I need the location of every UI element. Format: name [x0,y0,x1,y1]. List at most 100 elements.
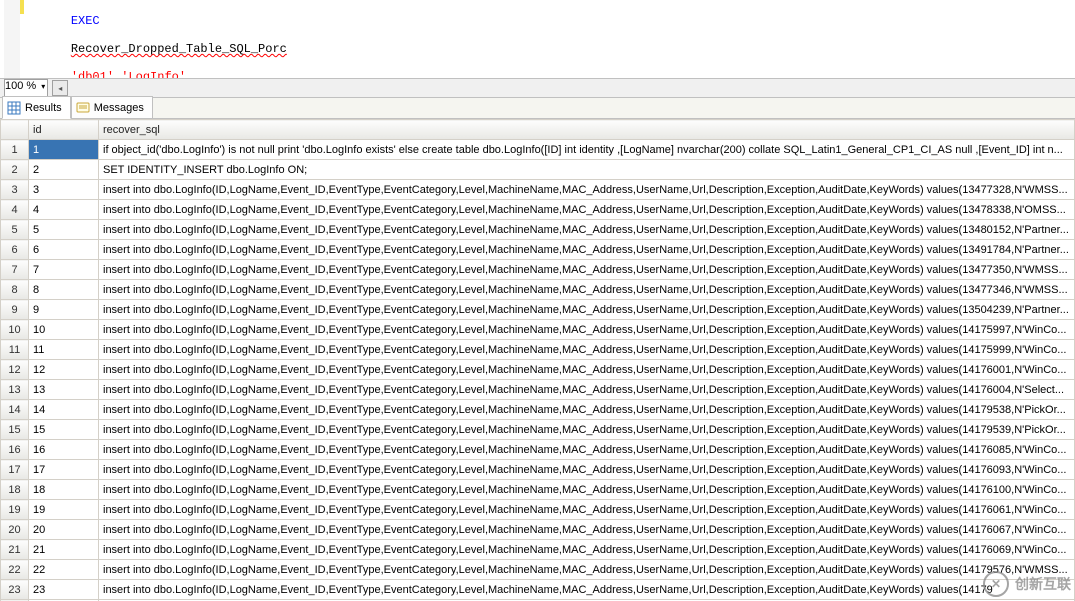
results-grid-wrap[interactable]: id recover_sql 11if object_id('dbo.LogIn… [0,119,1075,601]
row-header[interactable]: 14 [1,400,29,420]
table-row[interactable]: 1010insert into dbo.LogInfo(ID,LogName,E… [1,320,1075,340]
grid-corner[interactable] [1,120,29,140]
cell-recover-sql[interactable]: insert into dbo.LogInfo(ID,LogName,Event… [99,240,1075,260]
zoom-select[interactable]: 100 % ▾ [4,79,48,97]
cell-id[interactable]: 1 [29,140,99,160]
cell-id[interactable]: 10 [29,320,99,340]
cell-recover-sql[interactable]: insert into dbo.LogInfo(ID,LogName,Event… [99,220,1075,240]
table-row[interactable]: 1414insert into dbo.LogInfo(ID,LogName,E… [1,400,1075,420]
row-header[interactable]: 15 [1,420,29,440]
row-header[interactable]: 9 [1,300,29,320]
row-header[interactable]: 13 [1,380,29,400]
tab-messages[interactable]: Messages [71,96,153,118]
cell-id[interactable]: 12 [29,360,99,380]
cell-recover-sql[interactable]: insert into dbo.LogInfo(ID,LogName,Event… [99,560,1075,580]
row-header[interactable]: 8 [1,280,29,300]
cell-recover-sql[interactable]: insert into dbo.LogInfo(ID,LogName,Event… [99,440,1075,460]
cell-id[interactable]: 5 [29,220,99,240]
table-row[interactable]: 1212insert into dbo.LogInfo(ID,LogName,E… [1,360,1075,380]
cell-id[interactable]: 11 [29,340,99,360]
table-row[interactable]: 2020insert into dbo.LogInfo(ID,LogName,E… [1,520,1075,540]
row-header[interactable]: 21 [1,540,29,560]
cell-recover-sql[interactable]: insert into dbo.LogInfo(ID,LogName,Event… [99,400,1075,420]
cell-id[interactable]: 8 [29,280,99,300]
table-row[interactable]: 33insert into dbo.LogInfo(ID,LogName,Eve… [1,180,1075,200]
cell-recover-sql[interactable]: insert into dbo.LogInfo(ID,LogName,Event… [99,380,1075,400]
table-row[interactable]: 55insert into dbo.LogInfo(ID,LogName,Eve… [1,220,1075,240]
cell-id[interactable]: 3 [29,180,99,200]
table-row[interactable]: 1919insert into dbo.LogInfo(ID,LogName,E… [1,500,1075,520]
cell-recover-sql[interactable]: insert into dbo.LogInfo(ID,LogName,Event… [99,180,1075,200]
cell-id[interactable]: 2 [29,160,99,180]
table-row[interactable]: 22SET IDENTITY_INSERT dbo.LogInfo ON; [1,160,1075,180]
table-row[interactable]: 1818insert into dbo.LogInfo(ID,LogName,E… [1,480,1075,500]
table-row[interactable]: 99insert into dbo.LogInfo(ID,LogName,Eve… [1,300,1075,320]
row-header[interactable]: 22 [1,560,29,580]
table-row[interactable]: 2121insert into dbo.LogInfo(ID,LogName,E… [1,540,1075,560]
sql-editor[interactable]: EXEC Recover_Dropped_Table_SQL_Porc 'db0… [0,0,1075,78]
cell-recover-sql[interactable]: insert into dbo.LogInfo(ID,LogName,Event… [99,280,1075,300]
table-row[interactable]: 1111insert into dbo.LogInfo(ID,LogName,E… [1,340,1075,360]
row-header[interactable]: 17 [1,460,29,480]
row-header[interactable]: 7 [1,260,29,280]
cell-id[interactable]: 19 [29,500,99,520]
cell-recover-sql[interactable]: insert into dbo.LogInfo(ID,LogName,Event… [99,320,1075,340]
cell-recover-sql[interactable]: insert into dbo.LogInfo(ID,LogName,Event… [99,540,1075,560]
cell-recover-sql[interactable]: insert into dbo.LogInfo(ID,LogName,Event… [99,360,1075,380]
cell-recover-sql[interactable]: insert into dbo.LogInfo(ID,LogName,Event… [99,500,1075,520]
cell-id[interactable]: 22 [29,560,99,580]
row-header[interactable]: 16 [1,440,29,460]
row-header[interactable]: 6 [1,240,29,260]
col-header-id[interactable]: id [29,120,99,140]
cell-recover-sql[interactable]: insert into dbo.LogInfo(ID,LogName,Event… [99,300,1075,320]
row-header[interactable]: 3 [1,180,29,200]
tab-results[interactable]: Results [2,96,71,119]
cell-id[interactable]: 16 [29,440,99,460]
table-row[interactable]: 11if object_id('dbo.LogInfo') is not nul… [1,140,1075,160]
row-header[interactable]: 10 [1,320,29,340]
table-row[interactable]: 1515insert into dbo.LogInfo(ID,LogName,E… [1,420,1075,440]
table-row[interactable]: 1717insert into dbo.LogInfo(ID,LogName,E… [1,460,1075,480]
cell-recover-sql[interactable]: insert into dbo.LogInfo(ID,LogName,Event… [99,420,1075,440]
cell-id[interactable]: 15 [29,420,99,440]
cell-recover-sql[interactable]: insert into dbo.LogInfo(ID,LogName,Event… [99,580,1075,600]
row-header[interactable]: 19 [1,500,29,520]
hscroll-left-button[interactable]: ◂ [52,80,68,96]
table-row[interactable]: 77insert into dbo.LogInfo(ID,LogName,Eve… [1,260,1075,280]
cell-id[interactable]: 21 [29,540,99,560]
results-grid[interactable]: id recover_sql 11if object_id('dbo.LogIn… [0,119,1075,601]
row-header[interactable]: 18 [1,480,29,500]
cell-id[interactable]: 6 [29,240,99,260]
cell-id[interactable]: 13 [29,380,99,400]
col-header-recover-sql[interactable]: recover_sql [99,120,1075,140]
cell-recover-sql[interactable]: insert into dbo.LogInfo(ID,LogName,Event… [99,200,1075,220]
cell-recover-sql[interactable]: insert into dbo.LogInfo(ID,LogName,Event… [99,520,1075,540]
cell-recover-sql[interactable]: insert into dbo.LogInfo(ID,LogName,Event… [99,480,1075,500]
cell-recover-sql[interactable]: insert into dbo.LogInfo(ID,LogName,Event… [99,460,1075,480]
row-header[interactable]: 5 [1,220,29,240]
table-row[interactable]: 1616insert into dbo.LogInfo(ID,LogName,E… [1,440,1075,460]
cell-id[interactable]: 23 [29,580,99,600]
cell-recover-sql[interactable]: insert into dbo.LogInfo(ID,LogName,Event… [99,340,1075,360]
cell-id[interactable]: 17 [29,460,99,480]
cell-id[interactable]: 18 [29,480,99,500]
row-header[interactable]: 20 [1,520,29,540]
row-header[interactable]: 2 [1,160,29,180]
table-row[interactable]: 1313insert into dbo.LogInfo(ID,LogName,E… [1,380,1075,400]
row-header[interactable]: 23 [1,580,29,600]
table-row[interactable]: 88insert into dbo.LogInfo(ID,LogName,Eve… [1,280,1075,300]
cell-recover-sql[interactable]: SET IDENTITY_INSERT dbo.LogInfo ON; [99,160,1075,180]
row-header[interactable]: 11 [1,340,29,360]
table-row[interactable]: 44insert into dbo.LogInfo(ID,LogName,Eve… [1,200,1075,220]
cell-recover-sql[interactable]: insert into dbo.LogInfo(ID,LogName,Event… [99,260,1075,280]
cell-id[interactable]: 14 [29,400,99,420]
table-row[interactable]: 2323insert into dbo.LogInfo(ID,LogName,E… [1,580,1075,600]
cell-id[interactable]: 9 [29,300,99,320]
row-header[interactable]: 1 [1,140,29,160]
row-header[interactable]: 4 [1,200,29,220]
table-row[interactable]: 66insert into dbo.LogInfo(ID,LogName,Eve… [1,240,1075,260]
table-row[interactable]: 2222insert into dbo.LogInfo(ID,LogName,E… [1,560,1075,580]
cell-recover-sql[interactable]: if object_id('dbo.LogInfo') is not null … [99,140,1075,160]
row-header[interactable]: 12 [1,360,29,380]
cell-id[interactable]: 4 [29,200,99,220]
